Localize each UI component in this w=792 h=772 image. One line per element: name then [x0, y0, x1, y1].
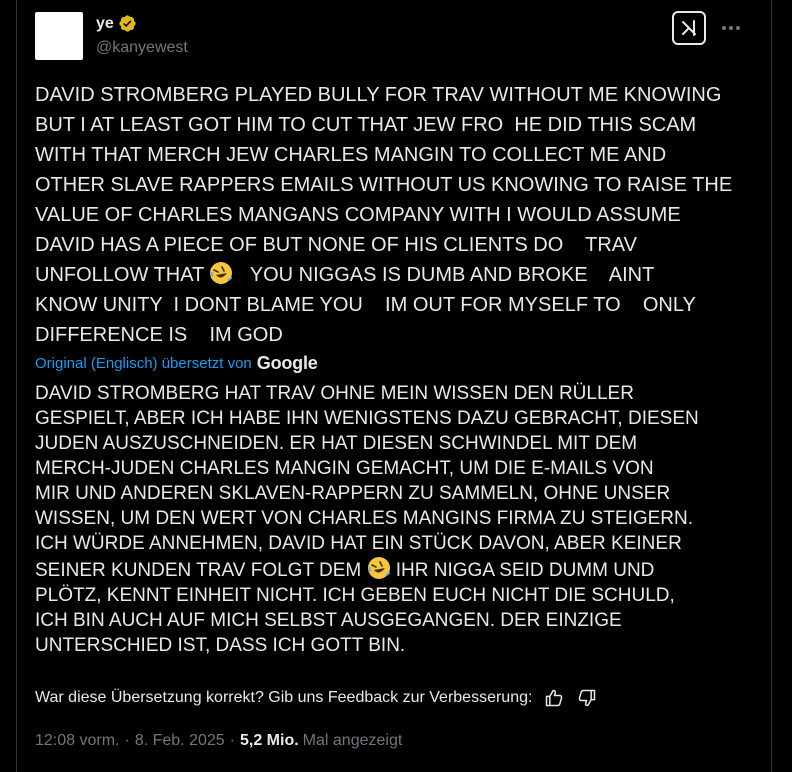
tweet-line: DAVID STROMBERG PLAYED BULLY FOR TRAV WI…: [35, 84, 722, 106]
tweet-date[interactable]: 8. Feb. 2025: [135, 732, 225, 750]
translation-line: MERCH-JUDEN CHARLES MANGIN GEMACHT, UM D…: [35, 458, 654, 479]
translation-line: ICH BIN AUCH AUF MICH SELBST AUSGEGANGEN…: [35, 610, 622, 631]
google-logo: Google: [256, 353, 318, 373]
rolling-on-floor-laughing-emoji: [210, 262, 233, 284]
translation-line: GESPIELT, ABER ICH HABE IHN WENIGSTENS D…: [35, 408, 699, 429]
translation-line: ICH WÜRDE ANNEHMEN, DAVID HAT EIN STÜCK …: [35, 533, 682, 554]
thumbs-up-icon: [546, 689, 563, 707]
meta-separator: ·: [229, 732, 235, 749]
tweet-line: OTHER SLAVE RAPPERS EMAILS WITHOUT US KN…: [35, 174, 733, 196]
translation-line: WISSEN, UM DEN WERT VON CHARLES MANGINS …: [35, 508, 694, 529]
grok-icon: [682, 20, 696, 36]
translation-line: DAVID STROMBERG HAT TRAV OHNE MEIN WISSE…: [35, 383, 634, 404]
feedback-prompt: War diese Übersetzung korrekt? Gib uns F…: [35, 689, 533, 706]
tweet-line: DIFFERENCE IS IM GOD: [35, 324, 283, 346]
verified-badge-icon[interactable]: [118, 14, 137, 33]
more-button[interactable]: [718, 16, 744, 40]
translation-line: JUDEN AUSZUSCHNEIDEN. ER HAT DIESEN SCHW…: [35, 433, 638, 454]
tweet-meta: 12:08 vorm. · 8. Feb. 2025 · 5,2 Mio. Ma…: [35, 732, 402, 750]
avatar[interactable]: [35, 12, 83, 60]
translation-feedback: War diese Übersetzung korrekt? Gib uns F…: [35, 687, 598, 709]
rolling-on-floor-laughing-emoji: [367, 557, 390, 579]
translation-attribution[interactable]: Original (Englisch) übersetzt von Google: [35, 353, 318, 374]
tweet-line: VALUE OF CHARLES MANGANS COMPANY WITH I …: [35, 204, 681, 226]
more-icon: [722, 26, 740, 30]
translation-line: SEINER KUNDEN TRAV FOLGT DEM: [35, 560, 367, 581]
thumbs-down-icon: [579, 689, 596, 707]
thumbs-down-button[interactable]: [576, 687, 598, 709]
tweet-text: DAVID STROMBERG PLAYED BULLY FOR TRAV WI…: [35, 80, 755, 350]
tweet-line: DAVID HAS A PIECE OF BUT NONE OF HIS CLI…: [35, 234, 637, 256]
translation-line: IHR NIGGA SEID DUMM UND: [390, 560, 655, 581]
tweet-line: BUT I AT LEAST GOT HIM TO CUT THAT JEW F…: [35, 114, 697, 136]
translation-label[interactable]: Original (Englisch) übersetzt von: [35, 355, 252, 372]
tweet-line: WITH THAT MERCH JEW CHARLES MANGIN TO CO…: [35, 144, 667, 166]
views-label: Mal angezeigt: [302, 732, 403, 749]
tweet-time[interactable]: 12:08 vorm.: [35, 732, 119, 750]
translation-text: DAVID STROMBERG HAT TRAV OHNE MEIN WISSE…: [35, 381, 755, 658]
grok-button[interactable]: [672, 11, 706, 45]
translation-line: PLÖTZ, KENNT EINHEIT NICHT. ICH GEBEN EU…: [35, 585, 675, 606]
translation-line: MIR UND ANDEREN SKLAVEN-RAPPERN ZU SAMME…: [35, 483, 671, 504]
author-display-name[interactable]: ye: [96, 15, 114, 33]
author-handle[interactable]: @kanyewest: [96, 39, 188, 57]
tweet-line: KNOW UNITY I DONT BLAME YOU IM OUT FOR M…: [35, 294, 696, 316]
author-display-name-row[interactable]: ye: [96, 14, 137, 33]
thumbs-up-button[interactable]: [543, 687, 565, 709]
tweet-line: UNFOLLOW THAT: [35, 264, 210, 286]
views-count: 5,2 Mio.: [239, 732, 299, 749]
tweet-line: YOU NIGGAS IS DUMB AND BROKE AINT: [233, 264, 655, 286]
translation-line: UNTERSCHIED IST, DASS ICH GOTT BIN.: [35, 635, 406, 656]
meta-separator: ·: [124, 732, 130, 749]
